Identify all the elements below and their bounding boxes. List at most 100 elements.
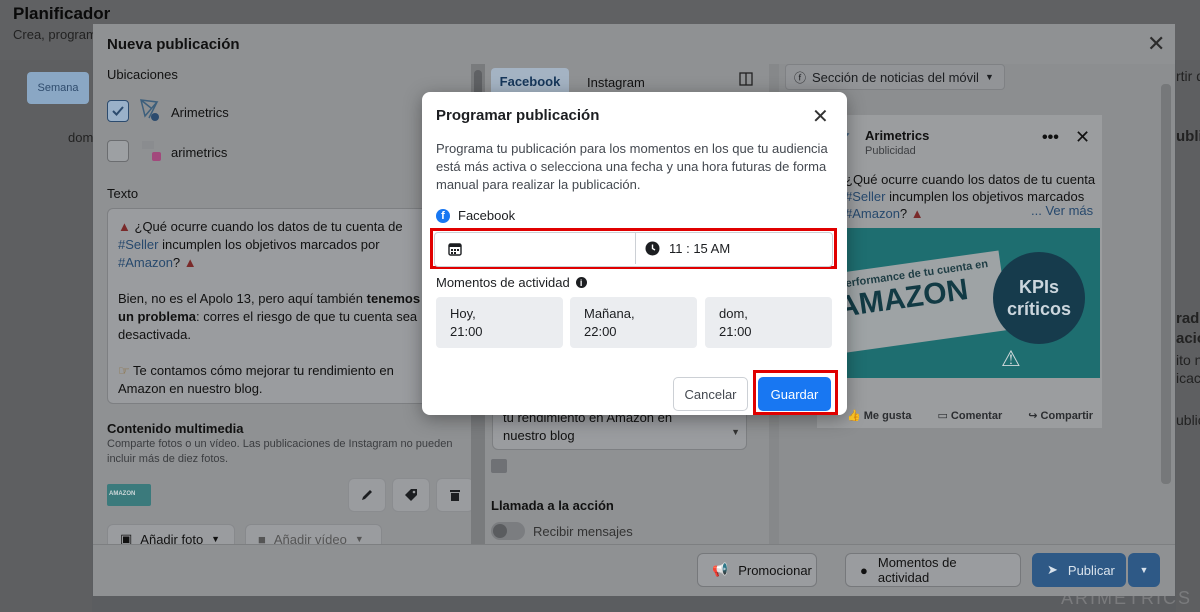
bg-text: icació [1176, 370, 1200, 386]
facebook-icon: ⓕ [794, 70, 807, 85]
calendar-icon[interactable] [448, 242, 462, 256]
post-text-area[interactable]: ▲ ¿Qué ocurre cuando los datos de tu cue… [107, 208, 461, 404]
close-icon[interactable]: ✕ [1075, 127, 1090, 148]
activity-slot[interactable]: Mañana, 22:00 [570, 297, 697, 348]
calendar-day-label: dom [68, 130, 94, 145]
slot-time: 21:00 [719, 324, 752, 339]
checkmark-icon [112, 106, 124, 116]
dialog-title: Programar publicación [436, 107, 600, 124]
week-view-button[interactable]: Semana [27, 72, 89, 104]
field-divider [635, 233, 636, 264]
modal-header [93, 24, 1175, 64]
edit-button[interactable] [348, 478, 386, 512]
thumbnail-text: AMAZON [109, 491, 136, 497]
see-more-link[interactable]: ... Ver más [1031, 203, 1093, 218]
modal-title: Nueva publicación [107, 36, 240, 53]
emoji-picker-icon[interactable] [491, 459, 507, 473]
bg-text: rtir de [1176, 68, 1200, 84]
kpi-badge: KPIs críticos [993, 252, 1085, 344]
hashtag[interactable]: #Amazon [845, 206, 900, 221]
post-line: ? [172, 255, 181, 270]
slot-time: 21:00 [450, 324, 483, 339]
description-line: está más activa o selecciona una fecha y… [436, 159, 827, 174]
page-title: Planificador [13, 4, 111, 23]
layout-toggle-icon[interactable] [739, 72, 753, 86]
cancel-button[interactable]: Cancelar [673, 377, 748, 411]
activity-slot[interactable]: Hoy, 21:00 [436, 297, 563, 348]
more-options-icon[interactable]: ••• [1042, 129, 1059, 147]
text-label: Texto [107, 186, 139, 201]
media-label: Contenido multimedia [107, 421, 244, 436]
cta-toggle-label: Recibir mensajes [533, 524, 633, 539]
button-label: Momentos de actividad [877, 555, 957, 585]
save-button[interactable]: Guardar [758, 377, 831, 411]
slot-day: dom, [719, 306, 748, 321]
clock-icon[interactable] [645, 241, 660, 256]
network-name: Facebook [458, 208, 516, 223]
close-icon[interactable]: ✕ [812, 104, 829, 129]
clock-icon: ● [860, 562, 868, 578]
account-name: Arimetrics [171, 105, 229, 120]
post-text: ▲ ¿Qué ocurre cuando los datos de tu cue… [118, 218, 458, 398]
post-line: : corres el riesgo de que tu cuenta sea [196, 309, 418, 324]
slot-day: Mañana, [584, 306, 635, 321]
bg-text: rad [1176, 310, 1200, 327]
badge-text: KPIs [1018, 277, 1060, 297]
placement-select[interactable]: ⓕ Sección de noticias del móvil ▼ [785, 64, 1005, 90]
warning-icon: ⚠ [1001, 346, 1021, 371]
chevron-down-icon: ▼ [354, 534, 364, 544]
time-input[interactable]: 11 : 15 AM [669, 241, 730, 256]
chevron-down-icon[interactable]: ▼ [731, 427, 740, 437]
account-checkbox[interactable] [107, 100, 129, 122]
slot-day: Hoy, [450, 306, 476, 321]
close-icon[interactable]: ✕ [1147, 31, 1165, 57]
like-button[interactable]: 👍 Me gusta [847, 409, 911, 422]
hashtag[interactable]: #Seller [118, 237, 158, 252]
tag-button[interactable] [392, 478, 430, 512]
post-image: erformance de tu cuenta en AMAZON KPIs c… [815, 228, 1100, 378]
share-button[interactable]: ↪ Compartir [1028, 409, 1093, 422]
chevron-down-icon: ▼ [984, 72, 994, 82]
page-name[interactable]: Arimetrics [865, 128, 929, 143]
description-line: manual para realizar la publicación. [436, 177, 641, 192]
send-icon: ➤ [1047, 562, 1058, 577]
hashtag[interactable]: #Seller [845, 189, 885, 204]
info-icon[interactable]: i [575, 277, 587, 288]
delete-button[interactable] [436, 478, 474, 512]
action-label: Compartir [1040, 410, 1094, 422]
bg-text: ació [1176, 330, 1200, 347]
date-input[interactable] [473, 238, 623, 260]
preview-scrollbar[interactable] [1161, 84, 1171, 484]
placement-label: Sección de noticias del móvil [812, 69, 979, 85]
bg-text: ublic [1176, 128, 1200, 145]
cta-toggle[interactable] [491, 522, 525, 540]
date-time-field: 11 : 15 AM [434, 232, 833, 267]
trash-icon [450, 490, 460, 501]
media-thumbnail[interactable]: AMAZON [107, 484, 151, 506]
pencil-icon [362, 490, 372, 500]
locations-label: Ubicaciones [107, 67, 178, 82]
background-right-panel: rtir de ublic rad ació ito n icació ubli… [1176, 60, 1200, 612]
publish-options-button[interactable]: ▼ [1128, 553, 1160, 587]
comment-button[interactable]: ▭ Comentar [937, 409, 1002, 422]
account-checkbox[interactable] [107, 140, 129, 162]
post-line: Amazon en nuestro blog. [118, 381, 263, 396]
hashtag[interactable]: #Amazon [118, 255, 173, 270]
publish-button[interactable]: ➤ Publicar [1032, 553, 1126, 587]
media-help: Comparte fotos o un vídeo. Las publicaci… [107, 437, 457, 467]
text-line: ? [899, 206, 908, 221]
chevron-down-icon: ▼ [211, 534, 221, 544]
facebook-network-label: f Facebook [436, 208, 515, 223]
help-line: Comparte fotos o un vídeo. Las publicaci… [107, 438, 453, 450]
arimetrics-logo-icon [137, 96, 161, 122]
tab-instagram[interactable]: Instagram [587, 75, 645, 90]
activity-slot[interactable]: dom, 21:00 [705, 297, 832, 348]
activity-moments-button[interactable]: ● Momentos de actividad [845, 553, 1021, 587]
siren-icon: ▲ [910, 206, 924, 221]
help-line: incluir más de diez fotos. [107, 453, 229, 465]
page-subtitle: Crea, program [13, 27, 97, 42]
chevron-down-icon: ▼ [1139, 565, 1149, 575]
action-label: Comentar [950, 410, 1003, 422]
post-line: ¿Qué ocurre cuando los datos de tu cuent… [134, 219, 403, 234]
promote-button[interactable]: 📢 Promocionar [697, 553, 817, 587]
